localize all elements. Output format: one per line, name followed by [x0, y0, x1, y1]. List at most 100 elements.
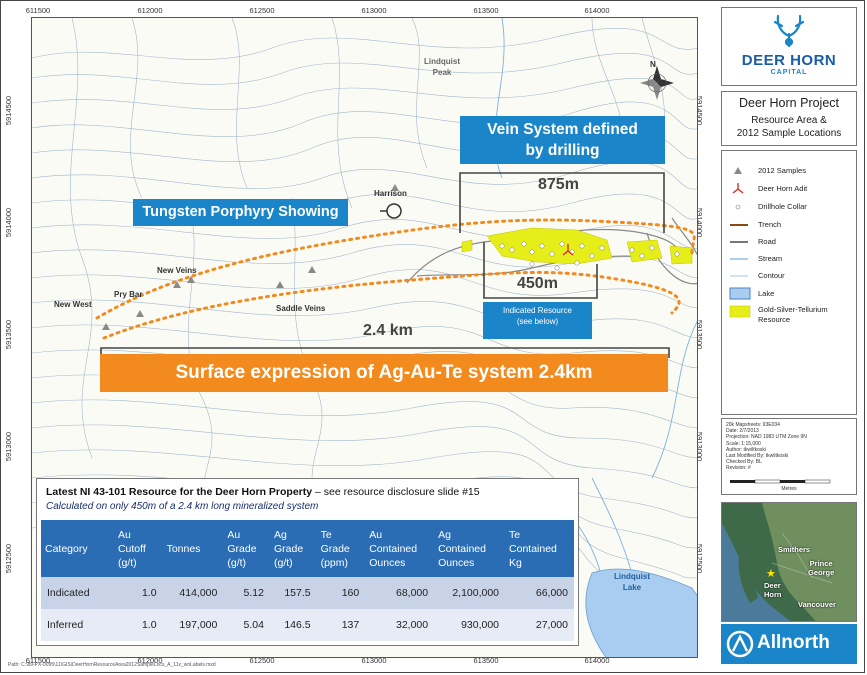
deer-antler-icon [773, 14, 805, 48]
header-au-grade: Au Grade (g/t) [223, 520, 270, 577]
label-lindquist-lake: Lindquist Lake [614, 572, 650, 592]
label-lindquist-peak: Lindquist Peak [424, 57, 460, 77]
table-row: Indicated 1.0 414,000 5.12 157.5 160 68,… [41, 577, 574, 609]
x-tick: 611500 [25, 6, 51, 15]
project-subtitle-2: 2012 Sample Locations [736, 128, 842, 139]
label-harrison: Harrison [374, 189, 407, 198]
x-tick: 612000 [137, 6, 163, 15]
project-subtitle-1: Resource Area & [751, 115, 827, 126]
box-blue-icon [729, 287, 751, 300]
callout-indicated-resource: Indicated Resource (see below) [483, 302, 592, 339]
header-au-ounces: Au Contained Ounces [365, 520, 435, 577]
x-tick: 614000 [584, 6, 610, 15]
legend-label: Road [758, 237, 776, 246]
legend-label: Trench [758, 220, 782, 229]
cell-ag-ounces: 930,000 [434, 609, 506, 641]
callout-tungsten-porphyry: Tungsten Porphyry Showing [133, 199, 348, 226]
header-au-cutoff: Au Cutoff (g/t) [113, 520, 163, 577]
cell-au-grade: 5.12 [223, 577, 270, 609]
meta-line: Projection: NAD 1983 UTM Zone 9N [726, 434, 807, 441]
legend-label: Drillhole Collar [758, 202, 807, 211]
callout-vein-system: Vein System defined by drilling [460, 116, 665, 164]
y-tick: 5914000 [4, 207, 14, 238]
label-pry-bar: Pry Bar [114, 290, 143, 299]
legend-label: Gold-Silver-Tellurium Resource [758, 305, 828, 324]
label-saddle-veins: Saddle Veins [276, 304, 326, 313]
x-tick: 612500 [249, 6, 275, 15]
metadata-list: 20k Mapsheets: 93E034 Date: 2/7/2013 Pro… [726, 422, 807, 472]
legend-label: Deer Horn Adit [758, 184, 808, 193]
meta-line: Revision: # [726, 465, 751, 472]
header-ag-ounces: Ag Contained Ounces [434, 520, 506, 577]
inset-label-vancouver: Vancouver [798, 600, 836, 609]
cell-ag-ounces: 2,100,000 [434, 577, 506, 609]
legend-label: Stream [758, 254, 783, 263]
compass-north-label: N [650, 60, 656, 69]
cell-au-cutoff: 1.0 [113, 577, 163, 609]
y-tick: 5914500 [4, 95, 14, 126]
inset-label-prince-george: Prince George [808, 559, 835, 577]
header-te-grade: Te Grade (ppm) [316, 520, 366, 577]
resource-table-title-bold: Latest NI 43-101 Resource for the Deer H… [46, 486, 313, 498]
legend-label: Lake [758, 289, 775, 298]
header-ag-grade: Ag Grade (g/t) [269, 520, 317, 577]
table-row: Inferred 1.0 197,000 5.04 146.5 137 32,0… [41, 609, 574, 641]
adit-red-icon [732, 183, 744, 194]
header-tonnes: Tonnes [162, 520, 224, 577]
resource-table-subtitle: Calculated on only 450m of a 2.4 km long… [46, 501, 319, 512]
cell-tonnes: 197,000 [162, 609, 224, 641]
cell-tonnes: 414,000 [162, 577, 224, 609]
legend-panel: 2012 Samples Deer Horn Adit Drillhole Co… [721, 150, 857, 415]
inset-label-smithers: Smithers [778, 545, 811, 554]
inset-map[interactable]: Smithers Prince George ★ Deer Horn Vanco… [721, 502, 857, 622]
legend-label: 2012 Samples [758, 166, 806, 175]
y-tick: 5913000 [4, 431, 14, 462]
x-tick: 613500 [473, 6, 499, 15]
allnorth-logo: Allnorth [721, 624, 857, 664]
logo-capital: CAPITAL [770, 69, 808, 76]
triangle-grey-icon [734, 167, 742, 174]
scale-bar-label: Metres [781, 486, 797, 492]
banner-surface-expression: Surface expression of Ag-Au-Te system 2.… [100, 354, 668, 392]
map-path-note: Path: C:\89-PX-0095\11\GIS\DeerHornResou… [8, 662, 216, 668]
x-tick: 613000 [361, 6, 387, 15]
cell-au-ounces: 68,000 [365, 577, 435, 609]
compass-rose [640, 66, 674, 100]
cell-te-grade: 137 [316, 609, 366, 641]
cell-te-grade: 160 [316, 577, 366, 609]
dimension-2-4km: 2.4 km [363, 322, 413, 339]
surface-expression-outline [95, 218, 696, 340]
cell-au-ounces: 32,000 [365, 609, 435, 641]
legend-label: Contour [758, 271, 785, 280]
deer-horn-star-icon: ★ [766, 568, 776, 580]
inset-label-deer-horn: Deer Horn [764, 581, 782, 599]
cell-te-kg: 66,000 [505, 577, 574, 609]
label-new-west: New West [54, 300, 92, 309]
logo-deer-horn: DEER HORN [741, 52, 837, 69]
title-panel: Deer Horn Project Resource Area & 2012 S… [721, 91, 857, 146]
cell-category: Indicated [41, 577, 114, 609]
label-new-veins: New Veins [157, 266, 197, 275]
cell-ag-grade: 146.5 [269, 609, 317, 641]
harrison-circle [386, 203, 402, 219]
table-header-row: Category Au Cutoff (g/t) Tonnes Au Grade… [41, 520, 574, 577]
logo-panel: DEER HORN CAPITAL [721, 7, 857, 86]
cell-ag-grade: 157.5 [269, 577, 317, 609]
collar-circle-icon [735, 204, 741, 210]
allnorth-logo-icon [726, 630, 754, 658]
project-title: Deer Horn Project [738, 96, 840, 110]
resource-table-panel: Latest NI 43-101 Resource for the Deer H… [36, 478, 579, 646]
resource-polygons [461, 227, 693, 265]
allnorth-wordmark: Allnorth [757, 632, 830, 653]
box-yellow-icon [729, 305, 751, 318]
cell-te-kg: 27,000 [505, 609, 574, 641]
header-category: Category [41, 520, 114, 577]
cell-au-cutoff: 1.0 [113, 609, 163, 641]
cell-category: Inferred [41, 609, 114, 641]
dimension-875m: 875m [538, 176, 579, 193]
y-tick: 5913500 [4, 319, 14, 350]
resource-table-title-rest: – see resource disclosure slide #15 [312, 486, 480, 498]
metadata-panel: 20k Mapsheets: 93E034 Date: 2/7/2013 Pro… [721, 418, 857, 495]
header-te-kg: Te Contained Kg [505, 520, 574, 577]
y-tick: 5912500 [4, 543, 14, 574]
